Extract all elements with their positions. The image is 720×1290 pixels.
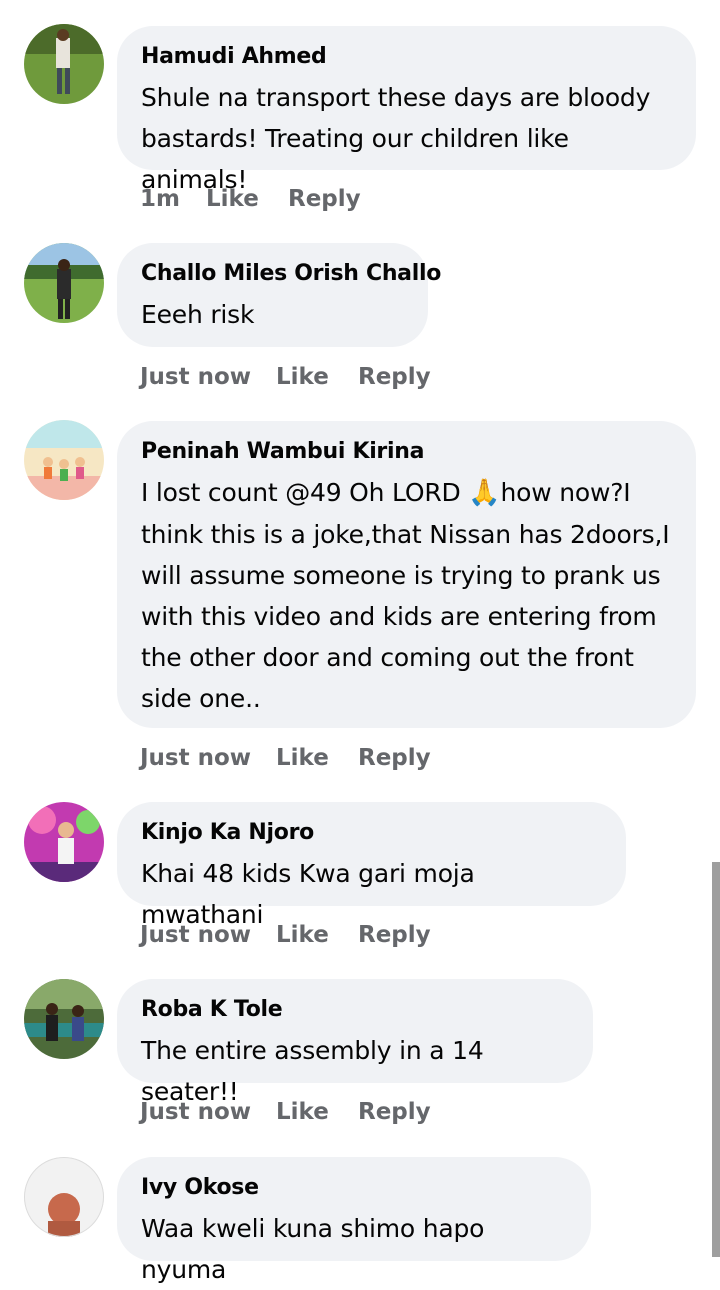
comment-bubble: Challo Miles Orish Challo Eeeh risk (117, 243, 441, 347)
avatar[interactable] (24, 420, 104, 500)
comment-timestamp[interactable]: Just now (140, 922, 251, 948)
comment-bubble: Ivy Okose Waa kweli kuna shimo hapo nyum… (117, 1157, 591, 1284)
reply-button[interactable]: Reply (358, 1099, 431, 1125)
comment-author[interactable]: Hamudi Ahmed (141, 41, 672, 73)
like-button[interactable]: Like (276, 922, 329, 948)
comment-bubble: Peninah Wambui Kirina I lost count @49 O… (117, 421, 696, 728)
comment-timestamp[interactable]: Just now (140, 364, 251, 390)
comment-author[interactable]: Kinjo Ka Njoro (141, 817, 602, 849)
comment-text: I lost count @49 Oh LORD 🙏how now?I thin… (141, 472, 672, 719)
comment-text: Waa kweli kuna shimo hapo nyuma (141, 1214, 485, 1284)
like-button[interactable]: Like (276, 364, 329, 390)
avatar[interactable] (24, 24, 104, 104)
avatar[interactable] (24, 243, 104, 323)
reply-button[interactable]: Reply (288, 186, 361, 212)
folded-hands-emoji: 🙏 (468, 478, 501, 508)
comment-author[interactable]: Roba K Tole (141, 994, 569, 1026)
comment-timestamp[interactable]: Just now (140, 1099, 251, 1125)
comment-timestamp[interactable]: Just now (140, 745, 251, 771)
reply-button[interactable]: Reply (358, 745, 431, 771)
comment-bubble: Roba K Tole The entire assembly in a 14 … (117, 979, 593, 1106)
comment-text: Shule na transport these days are bloody… (141, 83, 651, 194)
like-button[interactable]: Like (206, 186, 259, 212)
comment-author[interactable]: Ivy Okose (141, 1172, 567, 1204)
comment-bubble: Hamudi Ahmed Shule na transport these da… (117, 26, 696, 194)
avatar[interactable] (24, 802, 104, 882)
scrollbar[interactable] (712, 862, 720, 1257)
like-button[interactable]: Like (276, 1099, 329, 1125)
comment-text-part: I lost count @49 Oh LORD (141, 478, 469, 507)
comment-text-part: how now?I think this is a joke,that Niss… (141, 478, 670, 713)
comment-author[interactable]: Peninah Wambui Kirina (141, 436, 672, 468)
comment-text: Eeeh risk (141, 300, 255, 329)
reply-button[interactable]: Reply (358, 922, 431, 948)
avatar[interactable] (24, 979, 104, 1059)
reply-button[interactable]: Reply (358, 364, 431, 390)
avatar[interactable] (24, 1157, 104, 1237)
comment-author[interactable]: Challo Miles Orish Challo (141, 258, 441, 290)
like-button[interactable]: Like (276, 745, 329, 771)
comment-timestamp[interactable]: 1m (140, 186, 180, 212)
comment-bubble: Kinjo Ka Njoro Khai 48 kids Kwa gari moj… (117, 802, 626, 929)
